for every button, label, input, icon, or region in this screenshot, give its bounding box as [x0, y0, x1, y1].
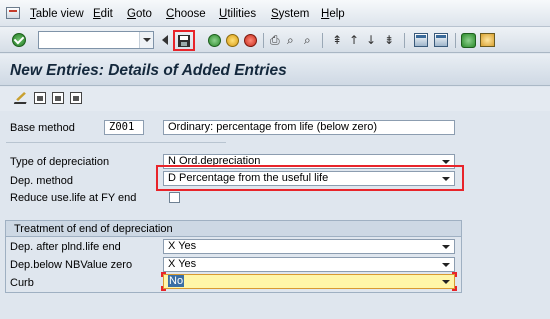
exit-icon[interactable]	[226, 34, 239, 47]
type-of-depreciation-label: Type of depreciation	[10, 156, 110, 168]
copy-entry-icon[interactable]	[52, 92, 64, 104]
menu-label: Utilities	[219, 8, 257, 20]
menu-goto[interactable]: Goto	[127, 8, 152, 20]
print-icon[interactable]: ⎙	[270, 33, 280, 47]
toolbar-divider	[263, 33, 264, 48]
reduce-use-life-checkbox[interactable]	[169, 192, 180, 203]
page-title: New Entries: Details of Added Entries	[10, 62, 287, 79]
save-button[interactable]	[173, 30, 195, 51]
menu-label: Help	[321, 8, 345, 20]
menu-label: System	[271, 8, 310, 20]
new-entries-icon[interactable]	[34, 92, 46, 104]
back-arrow-icon[interactable]	[162, 35, 168, 45]
focus-corner	[161, 272, 166, 277]
dep-method-label: Dep. method	[10, 175, 73, 187]
first-page-icon[interactable]: ⇞	[332, 33, 342, 47]
save-icon	[178, 34, 190, 47]
back-icon[interactable]	[208, 34, 221, 47]
focus-corner	[161, 286, 166, 291]
find-icon[interactable]: ⌕	[287, 33, 294, 47]
base-method-label: Base method	[10, 122, 75, 134]
dep-after-planned-life-dropdown[interactable]: X Yes	[163, 239, 455, 254]
group-title: Treatment of end of depreciation	[14, 223, 173, 235]
dep-after-planned-life-label: Dep. after plnd.life end	[10, 241, 121, 253]
toolbar-divider	[455, 33, 456, 48]
cancel-icon[interactable]	[244, 34, 257, 47]
standard-toolbar: ⎙ ⌕ ⌕ ⇞ ↑ ↓ ⇟	[0, 27, 550, 53]
curb-label: Curb	[10, 277, 34, 289]
prev-page-icon[interactable]: ↑	[349, 33, 359, 47]
menu-choose[interactable]: Choose	[166, 8, 206, 20]
layout-icon[interactable]	[480, 33, 495, 47]
create-session-icon[interactable]	[414, 33, 428, 47]
edit-pencil-icon[interactable]	[13, 92, 31, 104]
dropdown-value: No	[168, 275, 185, 287]
toolbar-divider	[322, 33, 323, 48]
menu-label: Goto	[127, 8, 152, 20]
help-icon[interactable]	[461, 33, 476, 48]
dropdown-value: X Yes	[168, 240, 197, 252]
last-page-icon[interactable]: ⇟	[384, 33, 394, 47]
delete-entry-icon[interactable]	[70, 92, 82, 104]
menu-help[interactable]: Help	[321, 8, 345, 20]
divider	[6, 142, 226, 143]
dep-below-nbvalue-dropdown[interactable]: X Yes	[163, 257, 455, 272]
dep-below-nbvalue-label: Dep.below NBValue zero	[10, 259, 133, 271]
enter-icon[interactable]	[12, 33, 26, 47]
focus-corner	[452, 272, 457, 277]
reduce-use-life-label: Reduce use.life at FY end	[10, 192, 137, 204]
dropdown-value: X Yes	[168, 258, 197, 270]
menu-utilities[interactable]: Utilities	[219, 8, 256, 20]
menu-bar: Table view Edit Goto Choose Utilities Sy…	[0, 0, 550, 27]
focus-corner	[452, 286, 457, 291]
shortcut-icon[interactable]	[434, 33, 448, 47]
next-page-icon[interactable]: ↓	[366, 33, 376, 47]
chevron-down-icon[interactable]	[139, 32, 153, 48]
group-header: Treatment of end of depreciation	[6, 221, 461, 237]
title-bar: New Entries: Details of Added Entries	[0, 54, 550, 86]
menu-label: Edit	[93, 8, 113, 20]
system-menu-icon[interactable]	[6, 7, 20, 19]
dep-method-dropdown[interactable]: D Percentage from the useful life	[163, 171, 455, 186]
menu-label: Table view	[30, 8, 84, 20]
command-field[interactable]	[38, 31, 154, 49]
menu-edit[interactable]: Edit	[93, 8, 113, 20]
base-method-description: Ordinary: percentage from life (below ze…	[163, 120, 455, 135]
menu-system[interactable]: System	[271, 8, 309, 20]
base-method-code-field[interactable]: Z001	[104, 120, 144, 135]
find-next-icon[interactable]: ⌕	[304, 33, 311, 47]
curb-dropdown[interactable]: No	[163, 274, 455, 289]
toolbar-divider	[404, 33, 405, 48]
menu-table-view[interactable]: Table view	[30, 8, 84, 20]
application-toolbar	[0, 87, 550, 111]
menu-label: Choose	[166, 8, 206, 20]
dropdown-value: D Percentage from the useful life	[168, 172, 329, 184]
